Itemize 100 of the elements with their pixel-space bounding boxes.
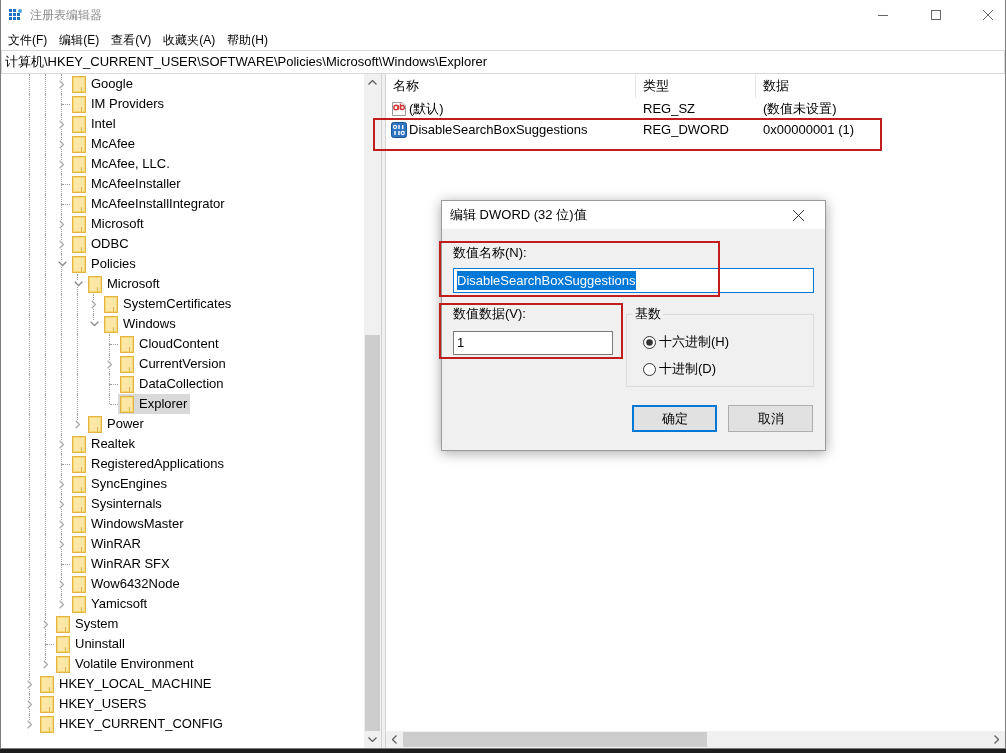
chevron-down-icon[interactable] <box>73 281 83 287</box>
chevron-right-icon[interactable] <box>27 699 33 709</box>
tree-item[interactable]: Explorer <box>118 394 191 414</box>
scrollbar-thumb[interactable] <box>403 732 707 747</box>
tree-item[interactable]: Volatile Environment <box>54 654 197 674</box>
chevron-left-icon[interactable] <box>392 735 397 744</box>
group-title: 基数 <box>633 306 663 322</box>
tree-item[interactable]: HKEY_LOCAL_MACHINE <box>38 674 215 694</box>
folder-icon <box>72 495 86 513</box>
menu-item[interactable]: 收藏夹(A) <box>157 30 222 50</box>
tree-item[interactable]: Power <box>86 414 147 434</box>
tree-item[interactable]: McAfeeInstaller <box>70 174 184 194</box>
chevron-down-icon[interactable] <box>89 321 99 327</box>
tree-item[interactable]: CloudContent <box>118 334 222 354</box>
tree-item[interactable]: Policies <box>70 254 139 274</box>
tree-item[interactable]: WinRAR <box>70 534 144 554</box>
tree-item[interactable]: Yamicsoft <box>70 594 151 614</box>
vertical-scrollbar[interactable] <box>364 74 381 748</box>
scrollbar-thumb[interactable] <box>365 335 380 731</box>
tree-item[interactable]: Windows <box>102 314 179 334</box>
radio-icon[interactable] <box>643 335 656 349</box>
menu-item[interactable]: 文件(F) <box>2 30 54 50</box>
grid-icon <box>9 8 22 22</box>
value-data: (数值未设置) <box>762 99 837 118</box>
menu-item[interactable]: 编辑(E) <box>53 30 106 50</box>
chevron-right-icon[interactable] <box>91 299 97 309</box>
column-header[interactable]: 名称 <box>386 74 636 98</box>
tree-item[interactable]: HKEY_USERS <box>38 694 150 714</box>
chevron-right-icon[interactable] <box>59 159 65 169</box>
chevron-right-icon[interactable] <box>994 735 999 744</box>
tree-item[interactable]: McAfee <box>70 134 139 154</box>
horizontal-scrollbar[interactable] <box>386 731 1005 748</box>
tree-item[interactable]: RegisteredApplications <box>70 454 227 474</box>
tree-item[interactable]: SyncEngines <box>70 474 170 494</box>
tree-item[interactable]: WindowsMaster <box>70 514 187 534</box>
tree-item[interactable]: Realtek <box>70 434 139 454</box>
radio-option[interactable]: 十进制(D) <box>643 361 813 377</box>
folder-icon <box>72 595 86 613</box>
chevron-up-icon[interactable] <box>368 80 377 85</box>
tree-item[interactable]: Google <box>70 74 136 94</box>
chevron-right-icon[interactable] <box>59 539 65 549</box>
tree-item[interactable]: Wow6432Node <box>70 574 183 594</box>
chevron-right-icon[interactable] <box>27 719 33 729</box>
tree-item[interactable]: McAfeeInstallIntegrator <box>70 194 228 214</box>
tree-item[interactable]: Microsoft <box>86 274 163 294</box>
chevron-down-icon[interactable] <box>368 737 377 742</box>
tree-item[interactable]: System <box>54 614 122 634</box>
folder-icon <box>72 115 86 133</box>
tree-item[interactable]: Uninstall <box>54 634 128 654</box>
folder-icon <box>56 655 70 673</box>
data-input[interactable]: 1 <box>453 331 613 355</box>
chevron-right-icon[interactable] <box>59 439 65 449</box>
tree-item[interactable]: WinRAR SFX <box>70 554 173 574</box>
chevron-right-icon[interactable] <box>59 519 65 529</box>
tree-item[interactable]: Intel <box>70 114 119 134</box>
dialog-button[interactable]: 取消 <box>728 405 813 432</box>
folder-icon <box>104 295 118 313</box>
tree-item[interactable]: Sysinternals <box>70 494 165 514</box>
chevron-right-icon[interactable] <box>107 359 113 369</box>
chevron-right-icon[interactable] <box>59 239 65 249</box>
maximize-icon <box>930 10 941 20</box>
chevron-right-icon[interactable] <box>59 119 65 129</box>
chevron-right-icon[interactable] <box>59 499 65 509</box>
column-header[interactable]: 数据 <box>756 74 1005 98</box>
radio-icon[interactable] <box>643 362 656 376</box>
tree-item[interactable]: SystemCertificates <box>102 294 235 314</box>
chevron-right-icon[interactable] <box>59 599 65 609</box>
menu-item[interactable]: 帮助(H) <box>221 30 274 50</box>
chevron-right-icon[interactable] <box>59 219 65 229</box>
name-input[interactable]: DisableSearchBoxSuggestions <box>453 268 814 293</box>
tree-item[interactable]: DataCollection <box>118 374 227 394</box>
menu-item[interactable]: 查看(V) <box>105 30 158 50</box>
chevron-right-icon[interactable] <box>59 79 65 89</box>
column-header[interactable]: 类型 <box>636 74 756 98</box>
chevron-right-icon[interactable] <box>59 139 65 149</box>
folder-icon <box>72 135 86 153</box>
tree-item[interactable]: HKEY_CURRENT_CONFIG <box>38 714 226 734</box>
chevron-right-icon[interactable] <box>75 419 81 429</box>
field-label: 数值数据(V): <box>453 306 527 322</box>
chevron-right-icon[interactable] <box>27 679 33 689</box>
minimize-icon <box>877 14 888 16</box>
tree-item[interactable]: CurrentVersion <box>118 354 229 374</box>
dialog-title: 编辑 DWORD (32 位)值 <box>449 206 587 225</box>
radio-option[interactable]: 十六进制(H) <box>643 334 813 350</box>
tree-item[interactable]: ODBC <box>70 234 132 254</box>
folder-icon <box>72 175 86 193</box>
chevron-right-icon[interactable] <box>43 659 49 669</box>
value-type: REG_SZ <box>642 99 696 118</box>
tree-item[interactable]: McAfee, LLC. <box>70 154 173 174</box>
chevron-right-icon[interactable] <box>43 619 49 629</box>
chevron-down-icon[interactable] <box>57 261 67 267</box>
dialog-button[interactable]: 确定 <box>632 405 717 432</box>
address-field[interactable]: 计算机\HKEY_CURRENT_USER\SOFTWARE\Policies\Microsoft\Windows\Explorer <box>1 50 1005 74</box>
folder-icon <box>40 715 54 733</box>
chevron-right-icon[interactable] <box>59 479 65 489</box>
folder-icon <box>72 455 86 473</box>
tree-item[interactable]: IM Providers <box>70 94 167 114</box>
tree-item[interactable]: Microsoft <box>70 214 147 234</box>
chevron-right-icon[interactable] <box>59 579 65 589</box>
folder-icon <box>72 75 86 93</box>
